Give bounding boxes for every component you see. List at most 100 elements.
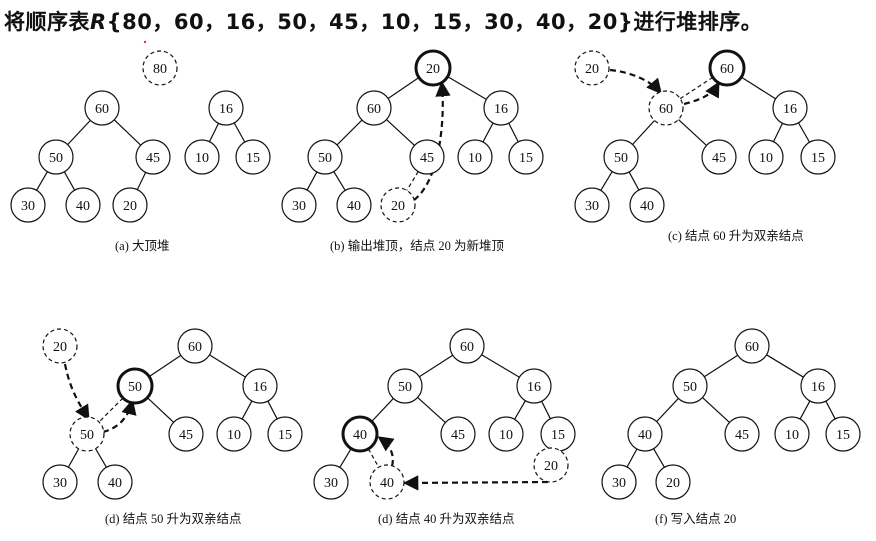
tree-edge xyxy=(371,397,394,423)
tree-node: 20 xyxy=(655,464,691,500)
tree-node: 16 xyxy=(242,368,278,404)
tree-node: 40 xyxy=(341,415,379,453)
node-label: 40 xyxy=(380,476,394,491)
tree-node: 15 xyxy=(267,416,303,452)
tree-edge xyxy=(797,122,811,143)
node-label: 10 xyxy=(785,428,799,443)
tree-node: 20 xyxy=(414,49,452,87)
node-label: 40 xyxy=(347,199,361,214)
node-label: 50 xyxy=(318,151,332,166)
tree-node: 20 xyxy=(42,328,78,364)
tree-node: 15 xyxy=(800,139,836,175)
panel-caption: (f) 写入结点 20 xyxy=(655,512,736,526)
node-label: 30 xyxy=(53,476,67,491)
node-label: 15 xyxy=(811,151,825,166)
node-label: 20 xyxy=(426,62,440,77)
move-arrow xyxy=(609,68,662,95)
node-label: 10 xyxy=(227,428,241,443)
tree-node: 16 xyxy=(516,368,552,404)
tree-node: 50 xyxy=(38,139,74,175)
node-label: 60 xyxy=(745,340,759,355)
tree-edge xyxy=(678,119,707,146)
tree-node: 60 xyxy=(177,328,213,364)
tree-node: 60 xyxy=(648,90,684,126)
tree-edges xyxy=(36,76,836,468)
node-label: 40 xyxy=(353,428,367,443)
node-label: 45 xyxy=(712,151,726,166)
tree-edge xyxy=(600,171,613,191)
tree-edge xyxy=(336,119,363,146)
tree-node: 50 xyxy=(307,139,343,175)
node-label: 10 xyxy=(195,151,209,166)
tree-node: 30 xyxy=(42,464,78,500)
node-label: 10 xyxy=(759,151,773,166)
panel-caption: (c) 结点 60 升为双亲结点 xyxy=(668,229,804,243)
tree-edge xyxy=(209,354,246,378)
tree-node: 16 xyxy=(800,368,836,404)
tree-edge xyxy=(628,171,640,191)
tree-node: 15 xyxy=(825,416,861,452)
tree-node: 10 xyxy=(748,139,784,175)
tree-edge xyxy=(825,400,836,420)
tree-edge xyxy=(339,448,352,468)
node-label: 40 xyxy=(638,428,652,443)
node-label: 50 xyxy=(614,151,628,166)
tree-edge xyxy=(632,120,655,145)
node-label: 15 xyxy=(519,151,533,166)
tree-node: 40 xyxy=(65,187,101,223)
tree-edge xyxy=(67,448,80,468)
tree-node: 16 xyxy=(772,90,808,126)
node-label: 50 xyxy=(80,428,94,443)
node-label: 45 xyxy=(451,428,465,443)
panel-caption: (d) 结点 40 升为双亲结点 xyxy=(378,512,514,526)
panel-caption: (d) 结点 50 升为双亲结点 xyxy=(105,512,241,526)
tree-edge xyxy=(481,354,520,378)
node-label: 10 xyxy=(499,428,513,443)
tree-nodes: 80 60 16 50 45 10 15 30 40 20 20 60 16 50 45 10 15 30 40 20… xyxy=(10,49,861,500)
tree-edge xyxy=(418,354,454,378)
node-label: 40 xyxy=(640,199,654,214)
node-label: 60 xyxy=(659,102,673,117)
tree-node: 45 xyxy=(701,139,737,175)
tree-edge xyxy=(387,77,420,99)
tree-node: 20 xyxy=(112,187,148,223)
tree-node: 10 xyxy=(457,139,493,175)
node-label: 30 xyxy=(21,199,35,214)
node-label: 10 xyxy=(468,151,482,166)
node-label: 30 xyxy=(612,476,626,491)
node-label: 15 xyxy=(246,151,260,166)
tree-edge xyxy=(626,448,638,468)
tree-node: 30 xyxy=(574,187,610,223)
tree-node: 10 xyxy=(184,139,220,175)
tree-edge xyxy=(146,397,175,423)
tree-node: 60 xyxy=(84,90,120,126)
tree-edge xyxy=(653,448,665,468)
tree-node: 50 xyxy=(603,139,639,175)
node-label: 20 xyxy=(544,459,558,474)
tree-edge xyxy=(799,400,811,420)
tree-node: 15 xyxy=(540,416,576,452)
tree-edge-dashed xyxy=(98,397,124,423)
node-label: 45 xyxy=(420,151,434,166)
node-label: 20 xyxy=(585,62,599,77)
panel-caption: (b) 输出堆顶，结点 20 为新堆顶 xyxy=(330,238,504,253)
tree-edge xyxy=(63,171,76,191)
node-label: 15 xyxy=(278,428,292,443)
tree-edge xyxy=(136,172,147,190)
tree-edge xyxy=(447,76,487,100)
node-label: 40 xyxy=(108,476,122,491)
tree-node: 20 xyxy=(533,447,569,483)
move-arrow xyxy=(102,399,137,434)
tree-node: 40 xyxy=(97,464,133,500)
tree-edge xyxy=(741,76,776,100)
tree-edge xyxy=(508,122,519,143)
heap-sort-diagram: 80 60 16 50 45 10 15 30 40 20 20 60 16 50 45 10 15 30 40 20… xyxy=(10,40,861,526)
tree-edge xyxy=(95,448,107,468)
node-label: 45 xyxy=(179,428,193,443)
tree-node: 45 xyxy=(409,139,445,175)
tree-edge xyxy=(656,397,679,423)
node-label: 16 xyxy=(253,380,267,395)
tree-node: 45 xyxy=(135,139,171,175)
tree-edge xyxy=(703,354,739,378)
tree-node: 16 xyxy=(208,90,244,126)
